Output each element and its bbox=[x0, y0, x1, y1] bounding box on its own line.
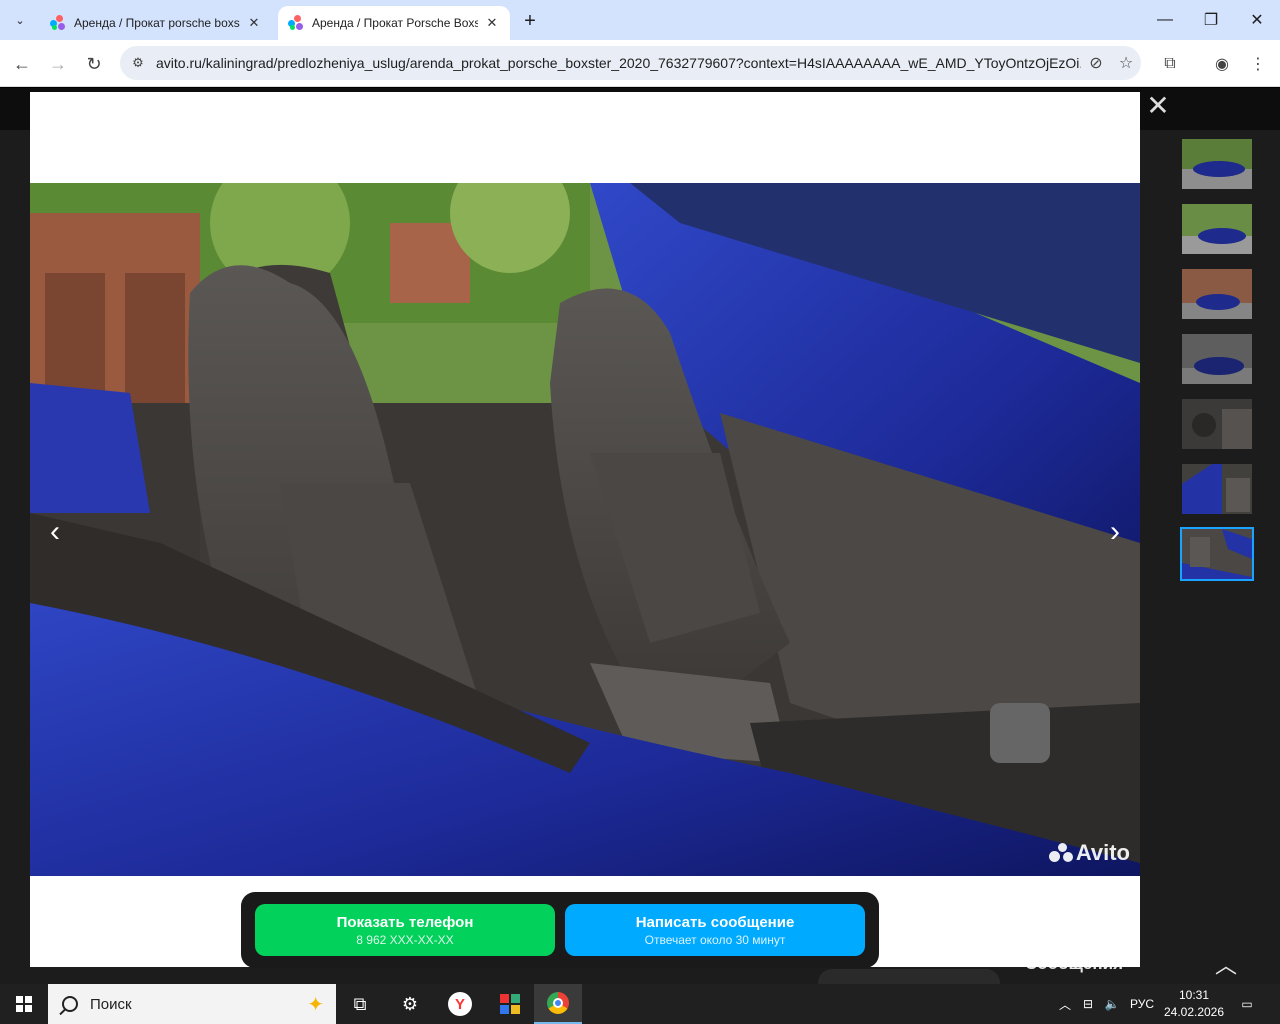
thumbnail-strip bbox=[1180, 137, 1256, 592]
yandex-browser-app[interactable]: Y bbox=[436, 984, 484, 1024]
restore-icon: ❐ bbox=[1203, 12, 1219, 29]
plus-icon: + bbox=[524, 9, 536, 32]
yandex-icon: Y bbox=[448, 992, 472, 1016]
avito-logo-icon bbox=[1048, 843, 1073, 863]
watermark-text: Avito bbox=[1075, 840, 1130, 865]
minimize-button[interactable]: — bbox=[1142, 0, 1188, 40]
new-tab-button[interactable]: + bbox=[518, 9, 542, 33]
arrow-right-icon: → bbox=[49, 53, 67, 74]
start-button[interactable] bbox=[0, 984, 48, 1024]
sparkle-icon: ✦ bbox=[307, 994, 324, 1016]
close-viewer-button[interactable]: ✕ bbox=[1145, 90, 1171, 121]
close-icon: ✕ bbox=[1250, 12, 1264, 29]
settings-app[interactable]: ⚙ bbox=[386, 984, 434, 1024]
restore-button[interactable]: ❐ bbox=[1188, 0, 1234, 40]
browser-toolbar: ← → ↻ ⚙ avito.ru/kaliningrad/predlozheni… bbox=[0, 40, 1280, 87]
tab-close-icon[interactable]: ✕ bbox=[484, 15, 500, 31]
close-window-button[interactable]: ✕ bbox=[1234, 0, 1280, 40]
extensions-button[interactable]: ⧉ bbox=[1156, 50, 1184, 78]
profile-button[interactable]: ◉ bbox=[1208, 50, 1236, 78]
gear-icon: ⚙ bbox=[401, 993, 419, 1014]
write-message-button[interactable]: Написать сообщение Отвечает около 30 мин… bbox=[565, 904, 865, 956]
arrow-left-icon: ← bbox=[13, 53, 31, 74]
search-icon bbox=[62, 996, 78, 1012]
tab-title: Аренда / Прокат porsche boxster bbox=[74, 16, 240, 30]
task-view-icon: ⧉ bbox=[353, 993, 367, 1014]
clock[interactable]: 10:31 24.02.2026 bbox=[1160, 987, 1228, 1021]
task-view-button[interactable]: ⧉ bbox=[336, 984, 384, 1024]
photos-app[interactable] bbox=[486, 984, 534, 1024]
prev-photo-button[interactable]: ‹ bbox=[40, 512, 70, 552]
language-indicator[interactable]: РУС bbox=[1126, 984, 1158, 1024]
phone-masked: 8 962 XXX-XX-XX bbox=[356, 932, 454, 947]
tab-search-button[interactable]: ⌄ bbox=[8, 8, 32, 32]
clock-date: 24.02.2026 bbox=[1163, 1005, 1225, 1019]
chrome-app[interactable] bbox=[534, 984, 582, 1024]
thumbnail[interactable] bbox=[1180, 267, 1254, 321]
forward-button[interactable]: → bbox=[44, 50, 72, 78]
tab-1[interactable]: Аренда / Прокат porsche boxster ✕ bbox=[40, 6, 272, 40]
thumbnail[interactable] bbox=[1180, 137, 1254, 191]
windows-logo-icon bbox=[16, 996, 32, 1012]
tab-close-icon[interactable]: ✕ bbox=[246, 15, 262, 31]
minimize-icon: — bbox=[1157, 11, 1173, 28]
show-phone-button[interactable]: Показать телефон 8 962 XXX-XX-XX bbox=[255, 904, 555, 956]
thumbnail-selected[interactable] bbox=[1180, 527, 1254, 581]
taskbar-search[interactable]: Поиск ✦ bbox=[48, 984, 336, 1024]
tracking-protection-icon[interactable]: ⊘ bbox=[1081, 49, 1111, 77]
thumbnail[interactable] bbox=[1180, 397, 1254, 451]
main-photo[interactable]: Avito bbox=[30, 183, 1140, 876]
thumbnail[interactable] bbox=[1180, 202, 1254, 256]
avito-favicon-icon bbox=[50, 15, 66, 31]
reload-button[interactable]: ↻ bbox=[80, 50, 108, 78]
background-message-panel bbox=[818, 969, 1000, 984]
search-placeholder: Поиск bbox=[90, 995, 132, 1013]
tab-strip: ⌄ Аренда / Прокат porsche boxster ✕ Арен… bbox=[0, 0, 1280, 40]
address-bar[interactable]: ⚙ avito.ru/kaliningrad/predlozheniya_usl… bbox=[120, 46, 1141, 80]
volume-icon[interactable]: 🔈 bbox=[1102, 984, 1122, 1024]
network-icon[interactable]: ⊟ bbox=[1078, 984, 1098, 1024]
bookmark-star-icon[interactable]: ☆ bbox=[1111, 49, 1141, 77]
notifications-icon[interactable]: ▭ bbox=[1236, 984, 1258, 1024]
site-settings-icon[interactable]: ⚙ bbox=[124, 49, 152, 77]
chevron-left-icon: ‹ bbox=[50, 515, 60, 548]
chrome-icon bbox=[547, 992, 569, 1014]
profile-icon: ◉ bbox=[1215, 56, 1229, 73]
clock-time: 10:31 bbox=[1178, 988, 1210, 1002]
write-message-label: Написать сообщение bbox=[635, 913, 795, 931]
tray-overflow-icon[interactable]: ︿ bbox=[1056, 984, 1074, 1024]
chevron-down-icon: ⌄ bbox=[15, 14, 25, 27]
windows-taskbar: Поиск ✦ ⧉ ⚙ Y ︿ ⊟ 🔈 РУС 10:31 24.02.2026… bbox=[0, 984, 1280, 1024]
thumbnail[interactable] bbox=[1180, 332, 1254, 386]
thumbnail[interactable] bbox=[1180, 462, 1254, 516]
close-icon: ✕ bbox=[1146, 89, 1170, 121]
photo-viewer: Avito ‹ › bbox=[30, 92, 1140, 967]
chevron-right-icon: › bbox=[1110, 515, 1120, 548]
kebab-menu-icon: ⋮ bbox=[1250, 56, 1266, 73]
next-photo-button[interactable]: › bbox=[1100, 512, 1130, 552]
response-time: Отвечает около 30 минут bbox=[644, 932, 786, 947]
menu-button[interactable]: ⋮ bbox=[1244, 50, 1272, 78]
reload-icon: ↻ bbox=[86, 53, 102, 74]
url-text[interactable]: avito.ru/kaliningrad/predlozheniya_uslug… bbox=[156, 55, 1081, 71]
tab-2[interactable]: Аренда / Прокат Porsche Boxster ✕ bbox=[278, 6, 510, 40]
tab-title: Аренда / Прокат Porsche Boxster bbox=[312, 16, 478, 30]
back-button[interactable]: ← bbox=[8, 50, 36, 78]
contact-bar: Показать телефон 8 962 XXX-XX-XX Написат… bbox=[241, 892, 879, 968]
chevron-up-icon[interactable]: ︿ bbox=[1212, 950, 1240, 978]
avito-favicon-icon bbox=[288, 15, 304, 31]
page-backdrop: Сообщения ︿ bbox=[0, 88, 1280, 984]
avito-watermark: Avito bbox=[1048, 840, 1130, 866]
app-grid-icon bbox=[500, 994, 520, 1014]
puzzle-icon: ⧉ bbox=[1164, 55, 1176, 72]
show-phone-label: Показать телефон bbox=[336, 913, 474, 931]
